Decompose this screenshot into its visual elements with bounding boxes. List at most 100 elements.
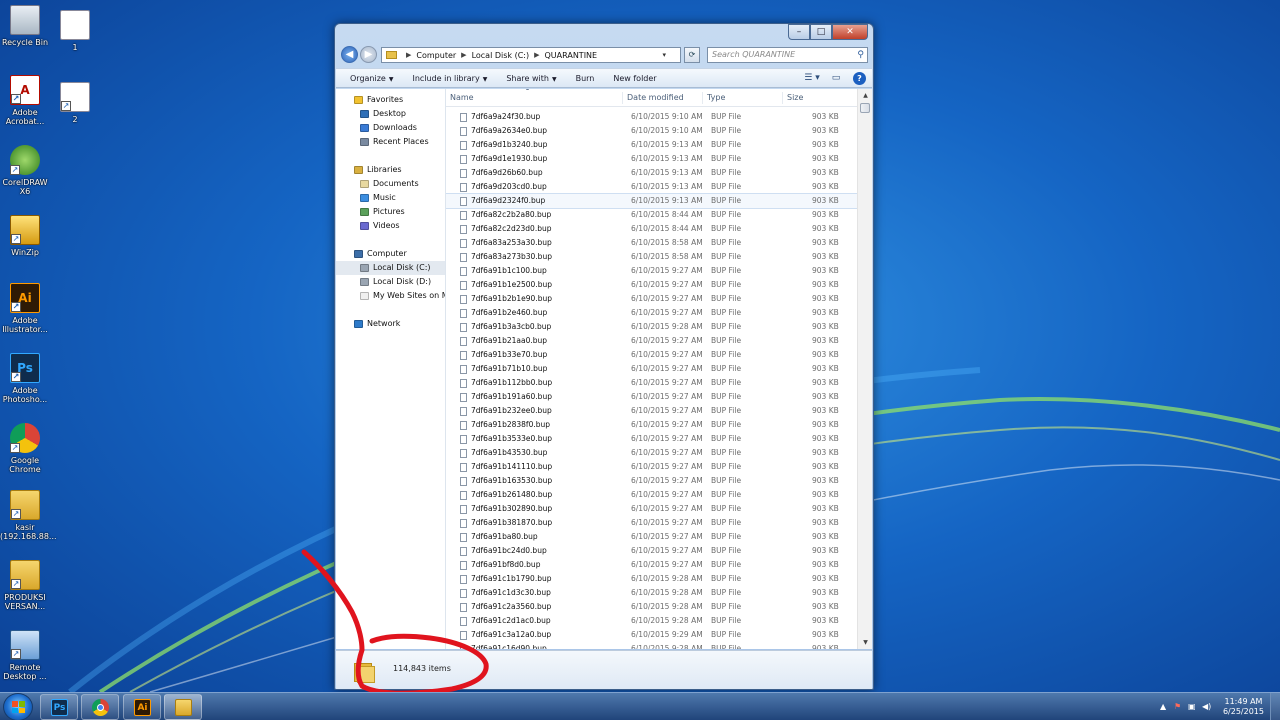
search-input[interactable]: Search QUARANTINE ⚲ xyxy=(707,47,868,63)
view-options-icon[interactable]: ☰ ▾ xyxy=(803,71,821,86)
table-row[interactable]: 7df6a82c2d23d0.bup 6/10/2015 8:44 AM BUP F… xyxy=(446,222,859,236)
desktop-icon-9[interactable]: ↗ Google Chrome xyxy=(0,423,50,474)
preview-pane-icon[interactable]: ▭ xyxy=(827,71,845,86)
table-row[interactable]: 7df6a83a273b30.bup 6/10/2015 8:58 AM BUP F… xyxy=(446,250,859,264)
action-center-icon[interactable]: ⚑ xyxy=(1174,702,1181,711)
desktop-icon-12[interactable]: ↗ Remote Desktop ... xyxy=(0,630,50,681)
table-row[interactable]: 7df6a91b2e460.bup 6/10/2015 9:27 AM BUP Fi… xyxy=(446,306,859,320)
table-row[interactable]: 7df6a9d1b3240.bup 6/10/2015 9:13 AM BUP Fi… xyxy=(446,138,859,152)
help-icon[interactable]: ? xyxy=(853,72,866,85)
taskbar-chrome[interactable] xyxy=(81,694,119,720)
nav-item-local-disk-d[interactable]: Local Disk (D:) xyxy=(336,275,445,289)
desktop-icon-4[interactable]: ↗ 2 xyxy=(50,82,100,124)
table-row[interactable]: 7df6a91b302890.bup 6/10/2015 9:27 AM BUP F… xyxy=(446,502,859,516)
share-with-button[interactable]: Share with ▼ xyxy=(506,74,556,83)
desktop-icon-3[interactable]: A ↗ Adobe Acrobat... xyxy=(0,75,50,126)
table-row[interactable]: 7df6a91b1e2500.bup 6/10/2015 9:27 AM BUP F… xyxy=(446,278,859,292)
table-row[interactable]: 7df6a9d2324f0.bup 6/10/2015 9:13 AM BUP Fi… xyxy=(446,193,859,209)
table-row[interactable]: 7df6a91b71b10.bup 6/10/2015 9:27 AM BUP Fi… xyxy=(446,362,859,376)
table-row[interactable]: 7df6a9d26b60.bup 6/10/2015 9:13 AM BUP Fil… xyxy=(446,166,859,180)
address-bar[interactable]: ▶ Computer ▶ Local Disk (C:) ▶ QUARANTIN… xyxy=(381,47,681,63)
table-row[interactable]: 7df6a91b33e70.bup 6/10/2015 9:27 AM BUP Fi… xyxy=(446,348,859,362)
desktop-icon-10[interactable]: ↗ kasir (192.168.88... xyxy=(0,490,57,541)
nav-item-pictures[interactable]: Pictures xyxy=(336,205,445,219)
refresh-icon[interactable]: ⟳ xyxy=(684,47,700,63)
maximize-button[interactable]: □ xyxy=(810,24,832,40)
table-row[interactable]: 7df6a91bc24d0.bup 6/10/2015 9:27 AM BUP Fi… xyxy=(446,544,859,558)
table-row[interactable]: 7df6a9d1e1930.bup 6/10/2015 9:13 AM BUP Fi… xyxy=(446,152,859,166)
table-row[interactable]: 7df6a91c3a12a0.bup 6/10/2015 9:29 AM BUP F… xyxy=(446,628,859,642)
scroll-thumb[interactable] xyxy=(860,103,870,113)
nav-item-network[interactable]: Network xyxy=(336,317,445,331)
table-row[interactable]: 7df6a9d203cd0.bup 6/10/2015 9:13 AM BUP Fi… xyxy=(446,180,859,194)
table-row[interactable]: 7df6a83a253a30.bup 6/10/2015 8:58 AM BUP F… xyxy=(446,236,859,250)
table-row[interactable]: 7df6a82c2b2a80.bup 6/10/2015 8:44 AM BUP F… xyxy=(446,208,859,222)
minimize-button[interactable]: – xyxy=(788,24,810,40)
table-row[interactable]: 7df6a91b43530.bup 6/10/2015 9:27 AM BUP Fi… xyxy=(446,446,859,460)
table-row[interactable]: 7df6a91b112bb0.bup 6/10/2015 9:27 AM BUP F… xyxy=(446,376,859,390)
chevron-down-icon[interactable]: ▾ xyxy=(662,48,666,62)
table-row[interactable]: 7df6a91b3a3cb0.bup 6/10/2015 9:28 AM BUP F… xyxy=(446,320,859,334)
network-tray-icon[interactable]: ▣ xyxy=(1188,702,1196,711)
table-row[interactable]: 7df6a9a2634e0.bup 6/10/2015 9:10 AM BUP Fi… xyxy=(446,124,859,138)
column-type[interactable]: Type xyxy=(702,92,782,104)
table-row[interactable]: 7df6a91b191a60.bup 6/10/2015 9:27 AM BUP F… xyxy=(446,390,859,404)
new-folder-button[interactable]: New folder xyxy=(613,74,656,83)
table-row[interactable]: 7df6a91b21aa0.bup 6/10/2015 9:27 AM BUP Fi… xyxy=(446,334,859,348)
breadcrumb-computer[interactable]: Computer xyxy=(416,51,456,60)
volume-icon[interactable]: ◀) xyxy=(1202,702,1211,711)
search-icon[interactable]: ⚲ xyxy=(857,48,864,62)
close-button[interactable]: ✕ xyxy=(832,24,868,40)
nav-item-computer[interactable]: Computer xyxy=(336,247,445,261)
table-row[interactable]: 7df6a91b232ee0.bup 6/10/2015 9:27 AM BUP F… xyxy=(446,404,859,418)
forward-arrow-icon[interactable]: ▶ xyxy=(360,46,377,63)
table-row[interactable]: 7df6a91c16d90.bup 6/10/2015 9:28 AM BUP Fi… xyxy=(446,642,859,649)
nav-item-libraries[interactable]: Libraries xyxy=(336,163,445,177)
taskbar-explorer[interactable] xyxy=(164,694,202,720)
scroll-up-icon[interactable]: ▲ xyxy=(858,89,873,102)
scroll-down-icon[interactable]: ▼ xyxy=(858,636,873,649)
nav-item-music[interactable]: Music xyxy=(336,191,445,205)
table-row[interactable]: 7df6a91ba80.bup 6/10/2015 9:27 AM BUP File… xyxy=(446,530,859,544)
column-size[interactable]: Size xyxy=(782,92,844,104)
desktop-icon-8[interactable]: Ps ↗ Adobe Photosho... xyxy=(0,353,50,404)
start-button[interactable] xyxy=(3,693,33,720)
nav-item-favorites[interactable]: Favorites xyxy=(336,93,445,107)
table-row[interactable]: 7df6a91c2a3560.bup 6/10/2015 9:28 AM BUP F… xyxy=(446,600,859,614)
table-row[interactable]: 7df6a9a24f30.bup 6/10/2015 9:10 AM BUP Fil… xyxy=(446,110,859,124)
column-name[interactable]: Name xyxy=(446,92,622,104)
back-arrow-icon[interactable]: ◀ xyxy=(341,46,358,63)
taskbar-illustrator[interactable]: Ai xyxy=(123,694,161,720)
nav-item-downloads[interactable]: Downloads xyxy=(336,121,445,135)
nav-item-desktop[interactable]: Desktop xyxy=(336,107,445,121)
table-row[interactable]: 7df6a91b2838f0.bup 6/10/2015 9:27 AM BUP F… xyxy=(446,418,859,432)
table-row[interactable]: 7df6a91b141110.bup 6/10/2015 9:27 AM BUP F… xyxy=(446,460,859,474)
vertical-scrollbar[interactable]: ▲ ▼ xyxy=(857,89,872,649)
table-row[interactable]: 7df6a91c1d3c30.bup 6/10/2015 9:28 AM BUP F… xyxy=(446,586,859,600)
nav-item-recent-places[interactable]: Recent Places xyxy=(336,135,445,149)
table-row[interactable]: 7df6a91b2b1e90.bup 6/10/2015 9:27 AM BUP F… xyxy=(446,292,859,306)
table-row[interactable]: 7df6a91c1b1790.bup 6/10/2015 9:28 AM BUP F… xyxy=(446,572,859,586)
desktop-icon-5[interactable]: ↗ CorelDRAW X6 xyxy=(0,145,50,196)
column-date-modified[interactable]: Date modified xyxy=(622,92,702,104)
desktop-icon-1[interactable]: Recycle Bin xyxy=(0,5,50,47)
clock[interactable]: 11:49 AM 6/25/2015 xyxy=(1223,697,1264,717)
breadcrumb-local-disk-c[interactable]: Local Disk (C:) xyxy=(472,51,530,60)
show-hidden-icons-icon[interactable]: ▲ xyxy=(1160,702,1166,711)
desktop-icon-11[interactable]: ↗ PRODUKSI VERSAN... xyxy=(0,560,50,611)
include-in-library-button[interactable]: Include in library ▼ xyxy=(412,74,487,83)
table-row[interactable]: 7df6a91b261480.bup 6/10/2015 9:27 AM BUP F… xyxy=(446,488,859,502)
table-row[interactable]: 7df6a91b163530.bup 6/10/2015 9:27 AM BUP F… xyxy=(446,474,859,488)
table-row[interactable]: 7df6a91b3533e0.bup 6/10/2015 9:27 AM BUP F… xyxy=(446,432,859,446)
table-row[interactable]: 7df6a91bf8d0.bup 6/10/2015 9:27 AM BUP Fil… xyxy=(446,558,859,572)
breadcrumb-quarantine[interactable]: QUARANTINE xyxy=(544,51,597,60)
burn-button[interactable]: Burn xyxy=(576,74,595,83)
nav-item-local-disk-c[interactable]: Local Disk (C:) xyxy=(336,261,445,275)
desktop-icon-7[interactable]: Ai ↗ Adobe Illustrator... xyxy=(0,283,50,334)
desktop-icon-6[interactable]: ↗ WinZip xyxy=(0,215,50,257)
show-desktop-button[interactable] xyxy=(1270,693,1280,720)
nav-item-my-web-sites-on-msn[interactable]: My Web Sites on MSN xyxy=(336,289,445,303)
table-row[interactable]: 7df6a91c2d1ac0.bup 6/10/2015 9:28 AM BUP F… xyxy=(446,614,859,628)
table-row[interactable]: 7df6a91b1c100.bup 6/10/2015 9:27 AM BUP Fi… xyxy=(446,264,859,278)
taskbar-photoshop[interactable]: Ps xyxy=(40,694,78,720)
